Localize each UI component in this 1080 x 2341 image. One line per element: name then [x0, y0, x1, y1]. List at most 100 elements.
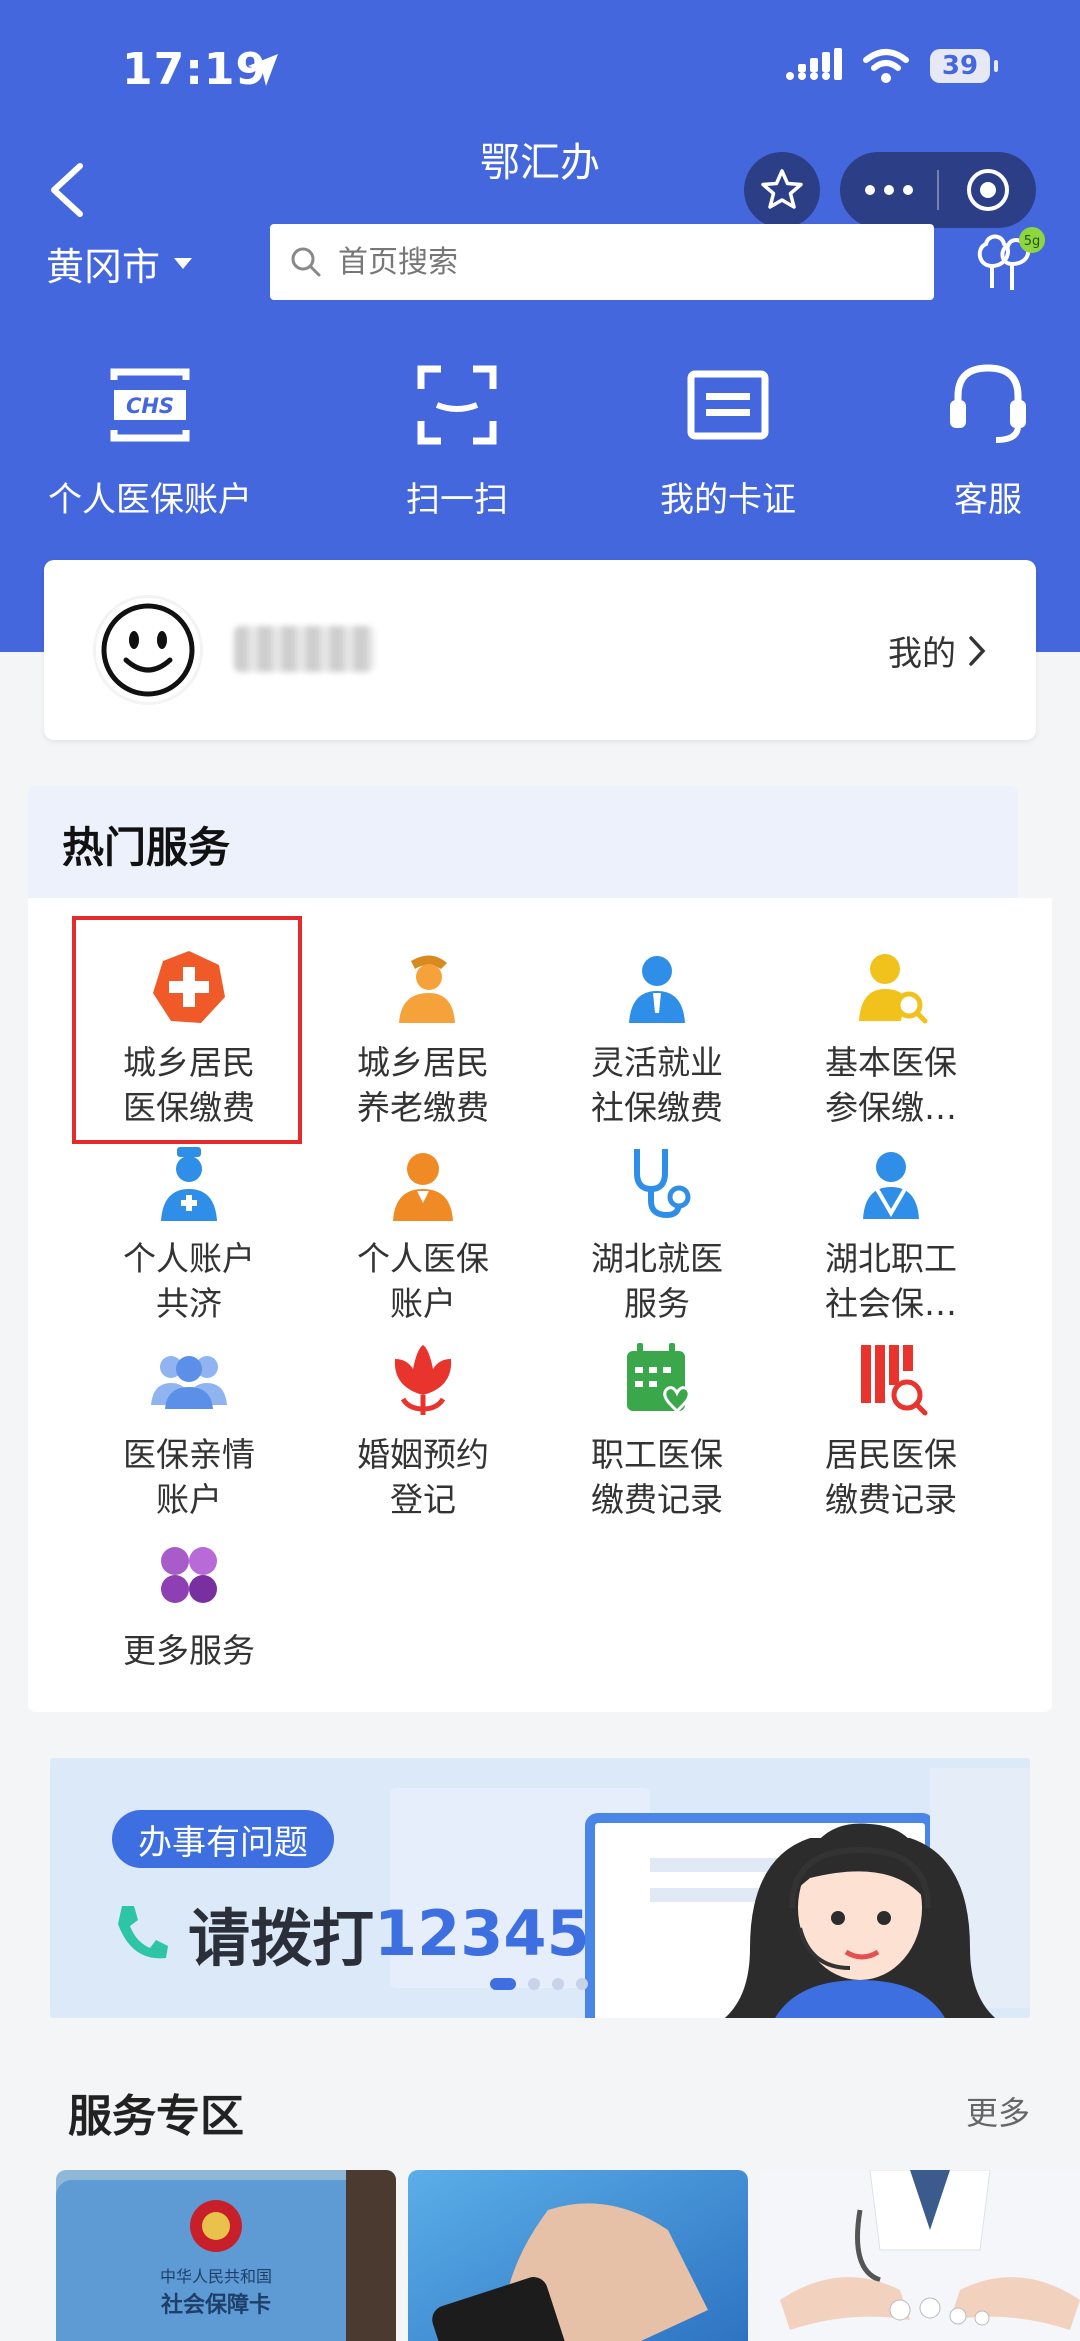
- service-label-line1: 城乡居民: [357, 1043, 489, 1082]
- quick-action-cards[interactable]: 我的卡证: [640, 360, 816, 521]
- card-country-text: 中华人民共和国: [160, 2267, 272, 2286]
- hot-services-header: 热门服务: [28, 786, 1018, 898]
- service-label-line1: 个人医保: [357, 1239, 489, 1278]
- hotline-number: 12345: [374, 1896, 590, 1970]
- green-tree-icon[interactable]: 5g: [970, 226, 1050, 296]
- worker-icon: [629, 956, 685, 1023]
- chs-card-icon: CHS: [110, 368, 190, 442]
- stethoscope-icon: [634, 1149, 691, 1219]
- service-label-line1: 婚姻预约: [357, 1435, 489, 1474]
- wifi-icon: [863, 49, 909, 83]
- service-label-line1: 更多服务: [123, 1631, 255, 1670]
- service-family-account[interactable]: 医保亲情 账户: [74, 1334, 304, 1522]
- service-label-line1: 医保亲情: [123, 1435, 255, 1474]
- service-zone-more-link[interactable]: 更多: [966, 2088, 1030, 2134]
- avatar: [96, 598, 200, 702]
- mobile-service-image[interactable]: [408, 2170, 748, 2341]
- service-flexible-employment[interactable]: 灵活就业 社保缴费: [542, 942, 772, 1130]
- carousel-dot: [552, 1978, 564, 1990]
- service-label-line1: 职工医保: [591, 1435, 723, 1474]
- search-input[interactable]: [338, 244, 898, 280]
- quick-action-service[interactable]: 客服: [938, 360, 1038, 521]
- carousel-dots: [490, 1978, 588, 1990]
- quick-action-label: 客服: [954, 480, 1022, 520]
- service-label-line2: 缴费记录: [591, 1480, 723, 1519]
- service-label-line2: 登记: [390, 1480, 456, 1519]
- service-label-line1: 居民医保: [825, 1435, 957, 1474]
- service-zone-cards: 中华人民共和国 社会保障卡: [56, 2170, 1080, 2341]
- target-close-icon: [966, 169, 1009, 211]
- service-basic-medical-insurance[interactable]: 基本医保 参保缴…: [776, 942, 1006, 1130]
- service-label-line1: 湖北就医: [591, 1239, 723, 1278]
- carousel-dot: [576, 1978, 588, 1990]
- header-background: [0, 0, 1080, 652]
- quick-action-label: 扫一扫: [406, 480, 508, 520]
- service-label-line2: 共济: [156, 1284, 222, 1323]
- tree-badge: 5g: [1024, 234, 1041, 249]
- calendar-icon: [627, 1343, 691, 1414]
- id-card-icon: [687, 370, 769, 440]
- quick-action-scan[interactable]: 扫一扫: [372, 360, 542, 521]
- service-employee-payment-record[interactable]: 职工医保 缴费记录: [542, 1334, 772, 1522]
- user-card[interactable]: 我的: [44, 560, 1036, 740]
- person-search-icon: [859, 954, 928, 1024]
- scan-icon: [417, 365, 497, 445]
- service-label-line2: 账户: [156, 1480, 222, 1519]
- service-label-line2: 社保缴费: [591, 1088, 723, 1127]
- service-label-line2: 养老缴费: [357, 1088, 489, 1127]
- search-box[interactable]: [270, 224, 934, 300]
- service-label-line2: 缴费记录: [825, 1480, 957, 1519]
- location-arrow-icon: [248, 54, 278, 86]
- service-zone-title: 服务专区: [68, 2091, 244, 2142]
- carousel-dot: [528, 1978, 540, 1990]
- service-personal-account-sharing[interactable]: 个人账户 共济: [74, 1138, 304, 1326]
- service-more[interactable]: 更多服务: [74, 1530, 304, 1673]
- quick-action-label: 个人医保账户: [48, 480, 252, 520]
- doctor-icon: [161, 1147, 217, 1221]
- star-icon: [761, 169, 803, 209]
- service-resident-payment-record[interactable]: 居民医保 缴费记录: [776, 1334, 1006, 1522]
- hotline-prefix: 请拨打: [188, 1902, 375, 1975]
- family-health-image[interactable]: [760, 2170, 1080, 2341]
- service-resident-pension-payment[interactable]: 城乡居民 养老缴费: [308, 942, 538, 1130]
- favorite-button[interactable]: [744, 152, 820, 228]
- social-security-card-image[interactable]: 中华人民共和国 社会保障卡: [56, 2170, 396, 2341]
- mini-program-capsule: [840, 152, 1036, 228]
- more-dots-icon: [864, 185, 913, 195]
- service-marriage-registration[interactable]: 婚姻预约 登记: [308, 1334, 538, 1522]
- service-label-line1: 基本医保: [825, 1043, 957, 1082]
- search-icon: [291, 247, 321, 277]
- service-hubei-medical-care[interactable]: 湖北就医 服务: [542, 1138, 772, 1326]
- more-services-icon: [161, 1547, 217, 1603]
- phone-icon: [118, 1906, 168, 1959]
- my-profile-label: 我的: [888, 634, 956, 674]
- card-title-text: 社会保障卡: [161, 2292, 271, 2318]
- quick-actions: CHS 个人医保账户 扫一扫 我的卡证 客服: [0, 360, 1080, 520]
- family-icon: [151, 1356, 227, 1409]
- city-selector[interactable]: 黄冈市: [46, 236, 193, 291]
- elder-icon: [399, 955, 455, 1023]
- service-personal-medical-account[interactable]: 个人医保 账户: [308, 1138, 538, 1326]
- selection-highlight-box: [72, 916, 302, 1144]
- caret-down-icon: [174, 258, 193, 269]
- service-hubei-employee-social[interactable]: 湖北职工 社会保…: [776, 1138, 1006, 1326]
- battery-indicator: 39: [930, 49, 998, 83]
- person-icon: [393, 1153, 453, 1221]
- more-menu-button[interactable]: [840, 152, 937, 228]
- quick-action-medical-account[interactable]: CHS 个人医保账户: [44, 360, 256, 521]
- service-label-line1: 个人账户: [123, 1239, 255, 1278]
- cellular-signal-icon: [786, 48, 842, 80]
- service-label-line2: 服务: [624, 1284, 690, 1323]
- my-profile-link[interactable]: 我的: [888, 626, 986, 675]
- svg-text:CHS: CHS: [126, 394, 174, 418]
- chevron-right-icon: [969, 635, 986, 666]
- service-label-line1: 湖北职工: [825, 1239, 957, 1278]
- city-label: 黄冈市: [46, 245, 161, 289]
- quick-action-label: 我的卡证: [660, 480, 796, 520]
- flower-icon: [394, 1345, 452, 1415]
- carousel-dot-active: [490, 1978, 516, 1990]
- close-program-button[interactable]: [939, 152, 1036, 228]
- hotline-banner[interactable]: 办事有问题 请拨打 12345: [50, 1758, 1030, 2018]
- headset-icon: [950, 364, 1026, 443]
- banner-tag: 办事有问题: [112, 1810, 334, 1868]
